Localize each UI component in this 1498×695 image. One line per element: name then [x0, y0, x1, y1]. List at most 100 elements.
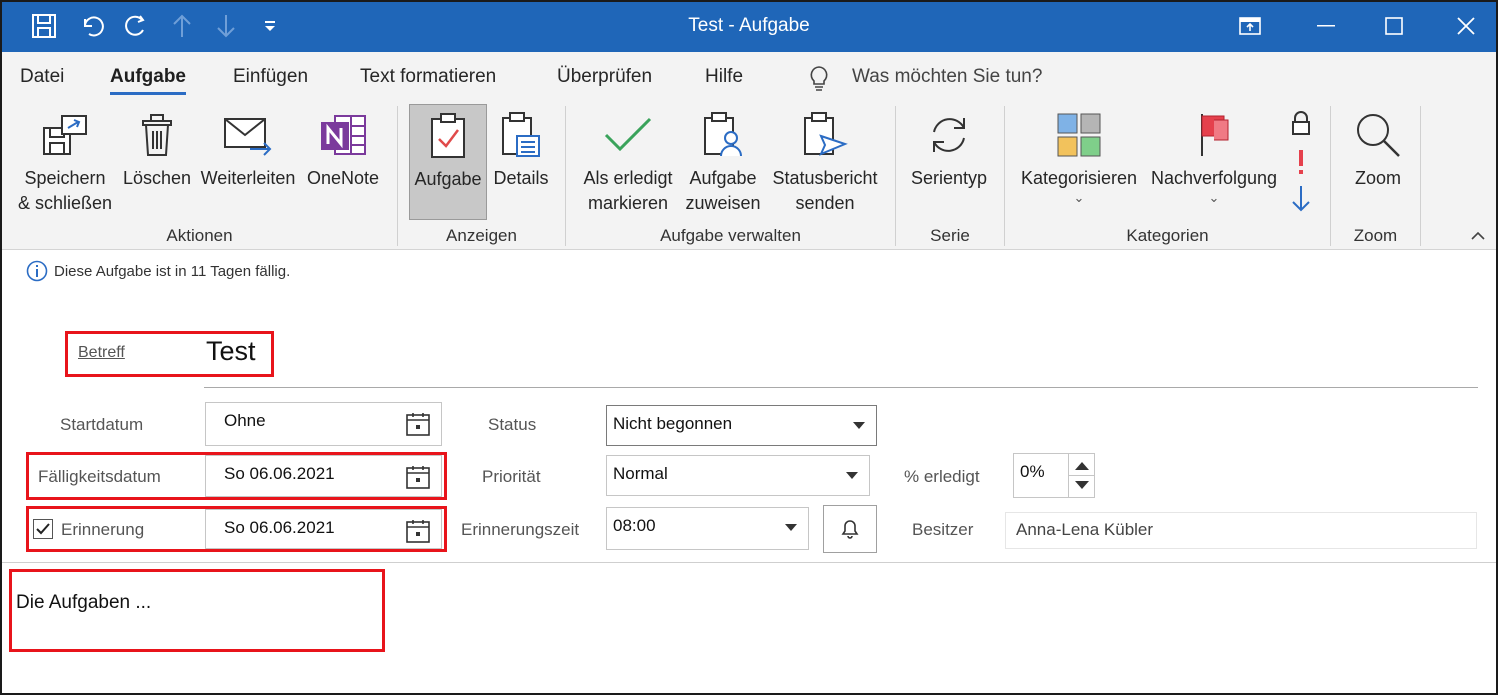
save-close-label-1: Speichern	[24, 168, 106, 188]
reminder-date-field[interactable]: So 06.06.2021	[205, 509, 442, 549]
start-date-field[interactable]: Ohne	[205, 402, 442, 446]
reminder-checkbox[interactable]	[33, 519, 53, 539]
delete-label: Löschen	[122, 168, 192, 188]
due-date-field[interactable]: So 06.06.2021	[205, 455, 442, 497]
details-icon	[489, 104, 553, 166]
subject-input[interactable]: Test	[206, 336, 256, 367]
dropdown-arrow-icon	[846, 472, 858, 479]
priority-value: Normal	[613, 464, 668, 483]
onenote-button[interactable]: OneNote	[302, 104, 384, 191]
close-icon[interactable]	[1436, 2, 1496, 50]
info-icon	[26, 260, 48, 282]
tab-ueberpruefen[interactable]: Überprüfen	[557, 66, 652, 88]
zoom-button[interactable]: Zoom	[1342, 104, 1414, 191]
reminder-time-label: Erinnerungszeit	[461, 520, 580, 539]
view-task-label: Aufgabe	[414, 169, 482, 189]
priority-select[interactable]: Normal	[606, 455, 870, 496]
percent-complete-field[interactable]: 0%	[1013, 453, 1095, 498]
categorize-label: Kategorisieren	[1020, 168, 1138, 188]
ribbon-display-icon[interactable]	[1220, 2, 1280, 50]
view-task-button[interactable]: Aufgabe	[409, 104, 487, 220]
private-lock-icon[interactable]	[1290, 110, 1312, 141]
info-text: Diese Aufgabe ist in 11 Tagen fällig.	[54, 262, 291, 280]
followup-button[interactable]: Nachverfolgung ⌄	[1144, 104, 1284, 205]
start-date-label: Startdatum	[60, 415, 144, 434]
owner-field: Anna-Lena Kübler	[1005, 512, 1477, 549]
info-bar: Diese Aufgabe ist in 11 Tagen fällig.	[26, 260, 290, 282]
checkmark-icon	[36, 523, 50, 535]
status-select[interactable]: Nicht begonnen	[606, 405, 877, 446]
group-label-kategorien: Kategorien	[1126, 226, 1209, 245]
status-label: Status	[488, 415, 537, 434]
reminder-label: Erinnerung	[61, 520, 145, 539]
ribbon-tabs: Datei Aufgabe Einfügen Text formatieren …	[2, 52, 1496, 100]
owner-value: Anna-Lena Kübler	[1016, 520, 1154, 539]
categorize-button[interactable]: Kategorisieren ⌄	[1016, 104, 1142, 205]
tab-text-formatieren[interactable]: Text formatieren	[360, 66, 496, 88]
reminder-time-select[interactable]: 08:00	[606, 507, 809, 550]
reminder-sound-button[interactable]	[823, 505, 877, 553]
forward-button[interactable]: Weiterleiten	[198, 104, 298, 191]
tab-datei[interactable]: Datei	[20, 66, 64, 88]
onenote-icon	[302, 104, 384, 166]
group-label-aufgabe-verwalten: Aufgabe verwalten	[660, 226, 801, 245]
tell-me-search[interactable]: Was möchten Sie tun?	[852, 66, 1042, 88]
categorize-chevron-icon: ⌄	[1073, 190, 1085, 205]
group-label-aktionen: Aktionen	[166, 226, 233, 245]
tab-einfuegen[interactable]: Einfügen	[233, 66, 308, 88]
save-close-button[interactable]: Speichern & schließen	[12, 104, 118, 216]
assign-task-label-2: zuweisen	[685, 193, 761, 213]
group-label-serie: Serie	[930, 226, 970, 245]
tab-hilfe[interactable]: Hilfe	[705, 66, 743, 88]
recurrence-button[interactable]: Serientyp	[906, 104, 992, 191]
high-importance-icon[interactable]	[1294, 148, 1308, 181]
view-details-label: Details	[493, 168, 549, 188]
spinner-arrows-icon[interactable]	[1069, 454, 1095, 497]
bell-icon	[841, 520, 859, 539]
send-status-label-1: Statusbericht	[772, 168, 878, 188]
reminder-date-value: So 06.06.2021	[224, 518, 335, 537]
dropdown-arrow-icon	[853, 422, 865, 429]
forward-mail-icon	[198, 104, 298, 166]
send-status-label-2: senden	[795, 193, 855, 213]
categorize-icon	[1016, 104, 1142, 166]
calendar-icon[interactable]	[405, 411, 431, 437]
assign-task-button[interactable]: Aufgabe zuweisen	[682, 104, 764, 216]
task-body-text[interactable]: Die Aufgaben ...	[16, 592, 151, 614]
delete-button[interactable]: Löschen	[120, 104, 194, 191]
group-label-zoom: Zoom	[1353, 226, 1398, 245]
zoom-magnifier-icon	[1342, 104, 1414, 166]
tab-aufgabe[interactable]: Aufgabe	[110, 66, 186, 95]
followup-chevron-icon: ⌄	[1208, 190, 1220, 205]
due-date-label: Fälligkeitsdatum	[38, 467, 161, 486]
percent-spinner[interactable]	[1068, 454, 1095, 497]
due-date-value: So 06.06.2021	[224, 464, 335, 483]
assign-task-label-1: Aufgabe	[689, 168, 757, 188]
onenote-label: OneNote	[306, 168, 380, 188]
checkmark-icon	[576, 104, 680, 166]
zoom-label: Zoom	[1354, 168, 1401, 188]
view-details-button[interactable]: Details	[489, 104, 553, 191]
group-label-anzeigen: Anzeigen	[446, 226, 517, 245]
calendar-icon[interactable]	[405, 518, 431, 544]
title-bar: Test - Aufgabe	[2, 2, 1496, 52]
mark-complete-button[interactable]: Als erledigt markieren	[576, 104, 680, 216]
calendar-icon[interactable]	[405, 464, 431, 490]
reminder-time-value: 08:00	[613, 516, 656, 535]
task-clipboard-icon	[410, 105, 486, 167]
priority-label: Priorität	[482, 467, 541, 486]
task-window: Test - Aufgabe Datei Aufgabe Einfügen Te…	[0, 0, 1498, 695]
trash-icon	[120, 104, 194, 166]
percent-complete-value: 0%	[1020, 462, 1045, 481]
save-close-label-2: & schließen	[17, 193, 113, 213]
subject-label: Betreff	[78, 344, 125, 361]
low-importance-icon[interactable]	[1290, 184, 1312, 219]
minimize-icon[interactable]	[1296, 2, 1356, 50]
mark-complete-label-1: Als erledigt	[583, 168, 673, 188]
maximize-icon[interactable]	[1364, 2, 1424, 50]
dropdown-arrow-icon	[785, 524, 797, 531]
lightbulb-icon[interactable]	[808, 65, 830, 96]
send-status-icon	[768, 104, 882, 166]
send-status-button[interactable]: Statusbericht senden	[768, 104, 882, 216]
collapse-ribbon-icon[interactable]	[1470, 228, 1486, 246]
